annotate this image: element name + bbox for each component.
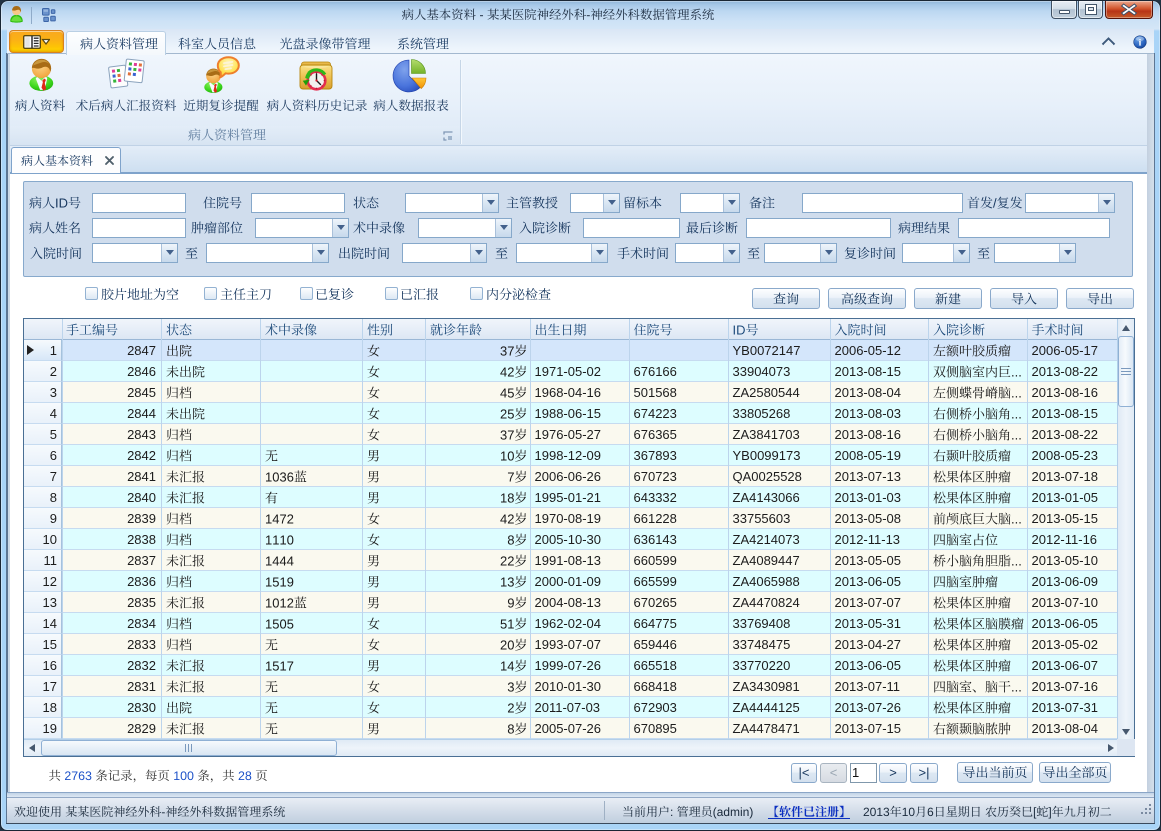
svg-text:i: i	[1139, 38, 1142, 49]
